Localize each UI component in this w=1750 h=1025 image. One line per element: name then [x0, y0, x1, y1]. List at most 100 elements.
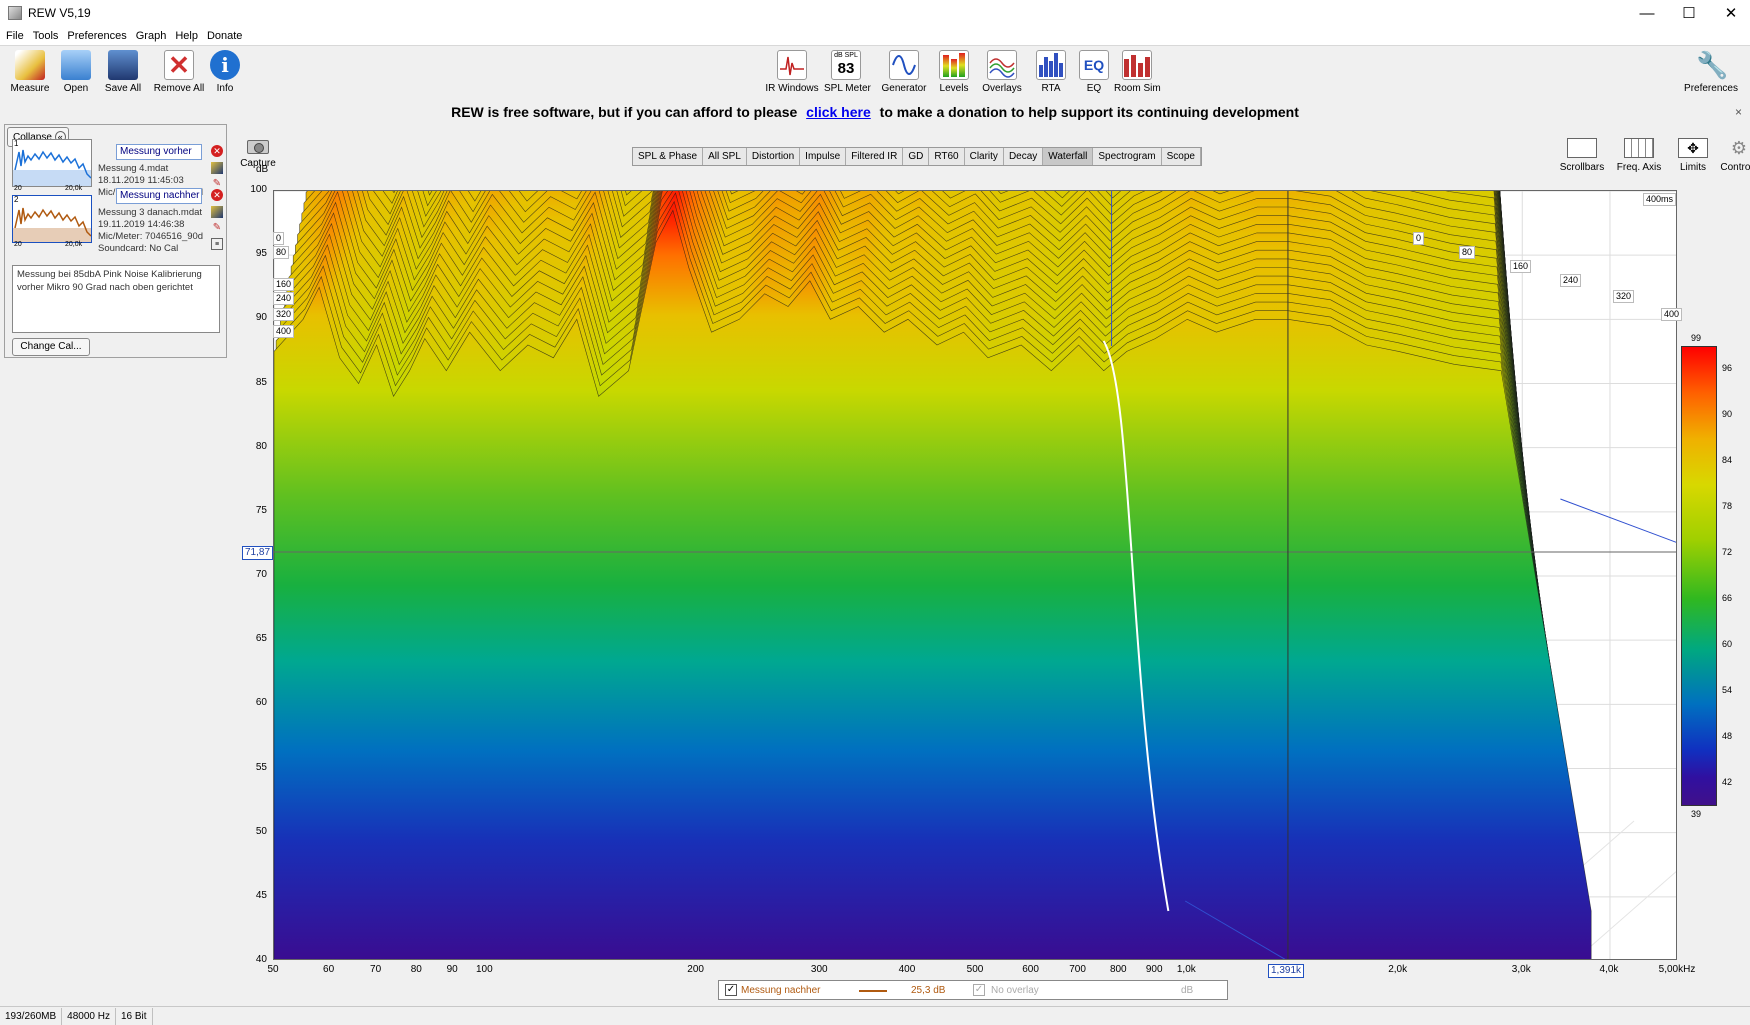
- open-button[interactable]: Open: [58, 48, 94, 96]
- scrollbars-button[interactable]: Scrollbars: [1554, 138, 1610, 173]
- measurement-name-field[interactable]: Messung nachher: [116, 188, 202, 204]
- measure-icon: [15, 50, 45, 80]
- menu-help[interactable]: Help: [175, 30, 198, 42]
- x-tick-label: 2,0k: [1388, 964, 1408, 975]
- close-button[interactable]: ✕: [1710, 0, 1750, 26]
- change-cal-button[interactable]: Change Cal...: [12, 338, 90, 356]
- tab-all-spl[interactable]: All SPL: [703, 148, 747, 165]
- measure-button[interactable]: Measure: [8, 48, 52, 96]
- calibration-icon[interactable]: ≡: [211, 238, 223, 250]
- levels-button[interactable]: Levels: [938, 48, 970, 96]
- x-tick-label: 1,0k: [1176, 964, 1196, 975]
- tab-waterfall[interactable]: Waterfall: [1043, 148, 1094, 165]
- preferences-button[interactable]: 🔧 Preferences: [1682, 48, 1740, 96]
- donation-link[interactable]: click here: [806, 104, 871, 120]
- tab-filtered-ir[interactable]: Filtered IR: [846, 148, 904, 165]
- generator-button[interactable]: Generator: [880, 48, 928, 96]
- tab-gd[interactable]: GD: [903, 148, 930, 165]
- save-all-button[interactable]: Save All: [102, 48, 144, 96]
- menu-preferences[interactable]: Preferences: [67, 30, 126, 42]
- overlay-unit: dB: [1181, 985, 1194, 996]
- color-scale-label: 42: [1722, 777, 1733, 787]
- x-tick-label: 200: [687, 964, 704, 975]
- tab-rt60[interactable]: RT60: [929, 148, 965, 165]
- y-tick-label: 75: [255, 504, 267, 516]
- cursor-y-readout: 71,87: [242, 546, 274, 560]
- info-icon: i: [210, 50, 240, 80]
- time-range-label: 400ms: [1643, 193, 1677, 206]
- x-tick-label: 700: [1069, 964, 1086, 975]
- measurement-notes[interactable]: Messung bei 85dbA Pink Noise Kalibrierun…: [12, 265, 220, 333]
- color-scale-label: 66: [1722, 593, 1733, 603]
- color-scale-bar: [1681, 346, 1717, 806]
- y-tick-label: 55: [255, 761, 267, 773]
- tab-impulse[interactable]: Impulse: [800, 148, 847, 165]
- menu-file[interactable]: File: [6, 30, 24, 42]
- measurement-thumbnail: [12, 139, 92, 187]
- measurement-item[interactable]: 2 20 20,0k Messung nachher Messung 3 dan…: [5, 188, 228, 254]
- sample-rate: 48000 Hz: [62, 1007, 116, 1025]
- time-tick-label: 400: [273, 325, 295, 338]
- overlays-button[interactable]: Overlays: [980, 48, 1024, 96]
- x-tick-label: 100: [475, 964, 493, 975]
- tab-clarity[interactable]: Clarity: [965, 148, 1004, 165]
- spl-meter-icon: dB SPL 83: [831, 50, 861, 80]
- measurement-name-field[interactable]: Messung vorher: [116, 144, 202, 160]
- graph-tabs: SPL & Phase All SPL Distortion Impulse Filte…: [632, 147, 1202, 166]
- tab-decay[interactable]: Decay: [1004, 148, 1044, 165]
- freq-axis-button[interactable]: Freq. Axis: [1609, 138, 1669, 173]
- remove-all-button[interactable]: ✕ Remove All: [152, 48, 206, 96]
- controls-button[interactable]: ⚙Controls: [1716, 138, 1750, 173]
- spl-meter-button[interactable]: dB SPL 83 SPL Meter: [824, 48, 871, 96]
- overlay-checkbox[interactable]: ✓: [973, 984, 985, 996]
- limits-button[interactable]: ✥ Limits: [1670, 138, 1716, 173]
- window-title: REW V5,19: [28, 6, 91, 20]
- menu-graph[interactable]: Graph: [136, 30, 167, 42]
- time-tick-label: 240: [273, 292, 295, 305]
- tab-spl-phase[interactable]: SPL & Phase: [633, 148, 704, 165]
- menu-tools[interactable]: Tools: [33, 30, 59, 42]
- time-tick-label: 400: [1661, 308, 1683, 321]
- rta-button[interactable]: RTA: [1035, 48, 1067, 96]
- waterfall-plot[interactable]: [273, 190, 1677, 960]
- tab-spectrogram[interactable]: Spectrogram: [1093, 148, 1162, 165]
- color-scale-label: 72: [1722, 547, 1733, 557]
- eq-button[interactable]: EQ EQ: [1078, 48, 1110, 96]
- y-tick-label: 60: [255, 697, 267, 709]
- minimize-button[interactable]: —: [1626, 0, 1668, 26]
- rta-icon: [1036, 50, 1066, 80]
- info-button[interactable]: i Info: [210, 48, 240, 96]
- remove-icon: ✕: [164, 50, 194, 80]
- camera-icon: [247, 140, 269, 154]
- color-settings-icon[interactable]: [211, 206, 223, 218]
- color-settings-icon[interactable]: [211, 162, 223, 174]
- series-checkbox[interactable]: ✓: [725, 984, 737, 996]
- gear-icon: ⚙: [1730, 138, 1748, 158]
- x-tick-label: 3,0k: [1511, 964, 1531, 975]
- time-tick-label: 0: [1413, 232, 1425, 245]
- delete-measurement-icon[interactable]: ✕: [211, 189, 223, 201]
- freq-axis-icon: [1624, 138, 1654, 158]
- measurement-item[interactable]: 1 20 20,0k Messung vorher Messung 4.mdat…: [5, 135, 228, 198]
- x-tick-label: 90: [446, 964, 458, 975]
- color-scale-label: 48: [1722, 731, 1733, 741]
- room-sim-button[interactable]: Room Sim: [1114, 48, 1161, 96]
- tab-scope[interactable]: Scope: [1162, 148, 1201, 165]
- ir-windows-button[interactable]: IR Windows: [765, 48, 819, 96]
- maximize-button[interactable]: ☐: [1668, 0, 1710, 26]
- pen-icon[interactable]: ✎: [211, 222, 223, 234]
- close-banner-button[interactable]: ×: [1735, 100, 1742, 124]
- x-tick-label: 600: [1022, 964, 1039, 975]
- menu-donate[interactable]: Donate: [207, 30, 242, 42]
- eq-icon: EQ: [1079, 50, 1109, 80]
- y-tick-label: 85: [255, 376, 267, 388]
- waterfall-svg: [274, 191, 1676, 959]
- time-tick-label: 160: [273, 278, 295, 291]
- y-tick-label: 80: [255, 440, 267, 452]
- scrollbars-icon: [1567, 138, 1597, 158]
- tab-distortion[interactable]: Distortion: [747, 148, 801, 165]
- delete-measurement-icon[interactable]: ✕: [211, 145, 223, 157]
- generator-icon: [889, 50, 919, 80]
- cursor-x-readout: 1,391k: [1268, 964, 1305, 978]
- y-tick-label: 40: [255, 954, 267, 965]
